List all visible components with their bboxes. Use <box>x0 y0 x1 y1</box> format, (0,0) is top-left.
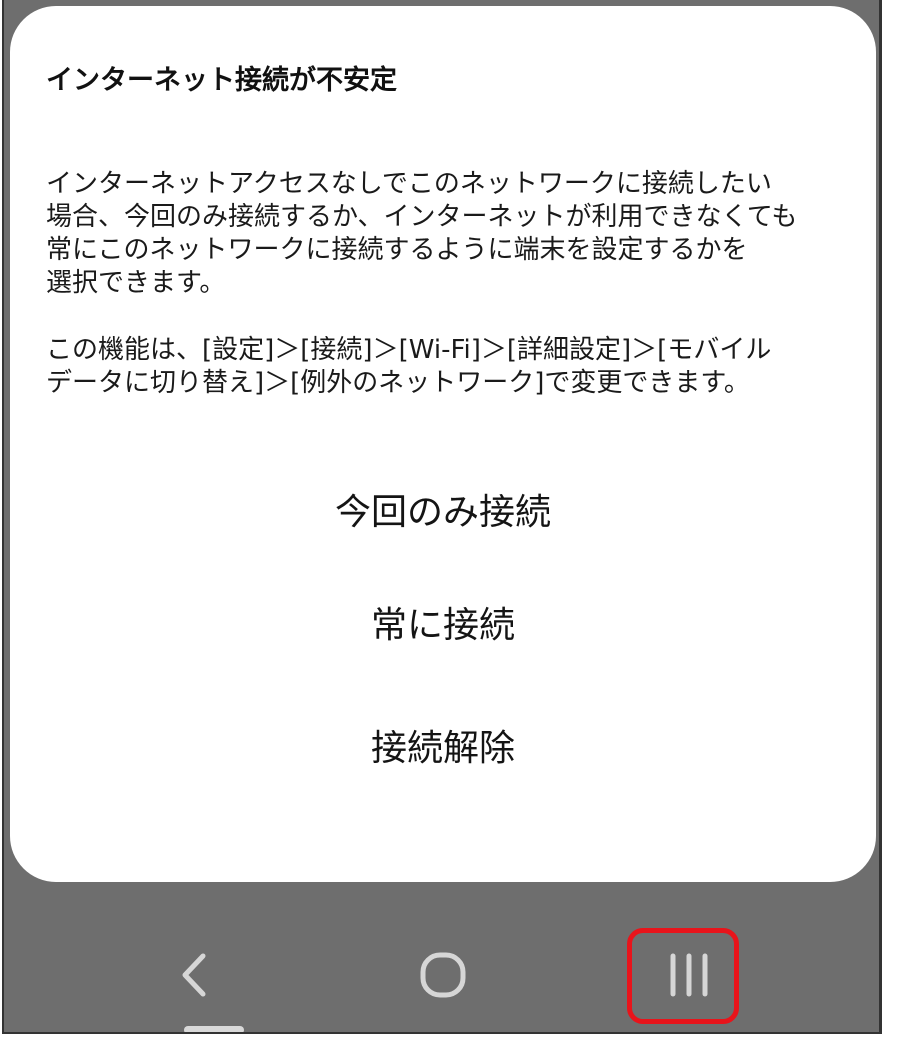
recent-apps-highlight-box <box>627 928 739 1024</box>
body-line: 場合、今回のみ接続するか、インターネットが利用できなくても <box>46 202 798 232</box>
back-button[interactable] <box>140 930 250 1020</box>
always-connect-button[interactable]: 常に接続 <box>10 603 876 649</box>
body-line: 選択できます。 <box>46 268 226 298</box>
body-line: この機能は、[設定]＞[接続]＞[Wi-Fi]＞[詳細設定]＞[モバイル <box>46 335 772 365</box>
dialog-paragraph-1: インターネットアクセスなしでこのネットワークに接続したい 場合、今回のみ接続する… <box>46 168 840 300</box>
dialog-paragraph-2: この機能は、[設定]＞[接続]＞[Wi-Fi]＞[詳細設定]＞[モバイル データ… <box>46 334 840 400</box>
unstable-connection-dialog: インターネット接続が不安定 インターネットアクセスなしでこのネットワークに接続し… <box>10 6 876 882</box>
dialog-body: インターネットアクセスなしでこのネットワークに接続したい 場合、今回のみ接続する… <box>46 168 840 400</box>
navigation-bar <box>4 900 879 1032</box>
body-line: データに切り替え]＞[例外のネットワーク]で変更できます。 <box>46 368 750 398</box>
dialog-title: インターネット接続が不安定 <box>46 65 397 96</box>
disconnect-button[interactable]: 接続解除 <box>10 726 876 772</box>
home-circle-icon <box>420 952 466 998</box>
bottom-pill-indicator <box>184 1026 244 1032</box>
connect-once-button[interactable]: 今回のみ接続 <box>10 490 876 536</box>
home-button[interactable] <box>388 930 498 1020</box>
body-line: 常にこのネットワークに接続するように端末を設定するかを <box>46 235 748 265</box>
body-line: インターネットアクセスなしでこのネットワークに接続したい <box>46 169 772 199</box>
back-chevron-icon <box>182 953 206 997</box>
phone-screen: インターネット接続が不安定 インターネットアクセスなしでこのネットワークに接続し… <box>2 0 882 1034</box>
